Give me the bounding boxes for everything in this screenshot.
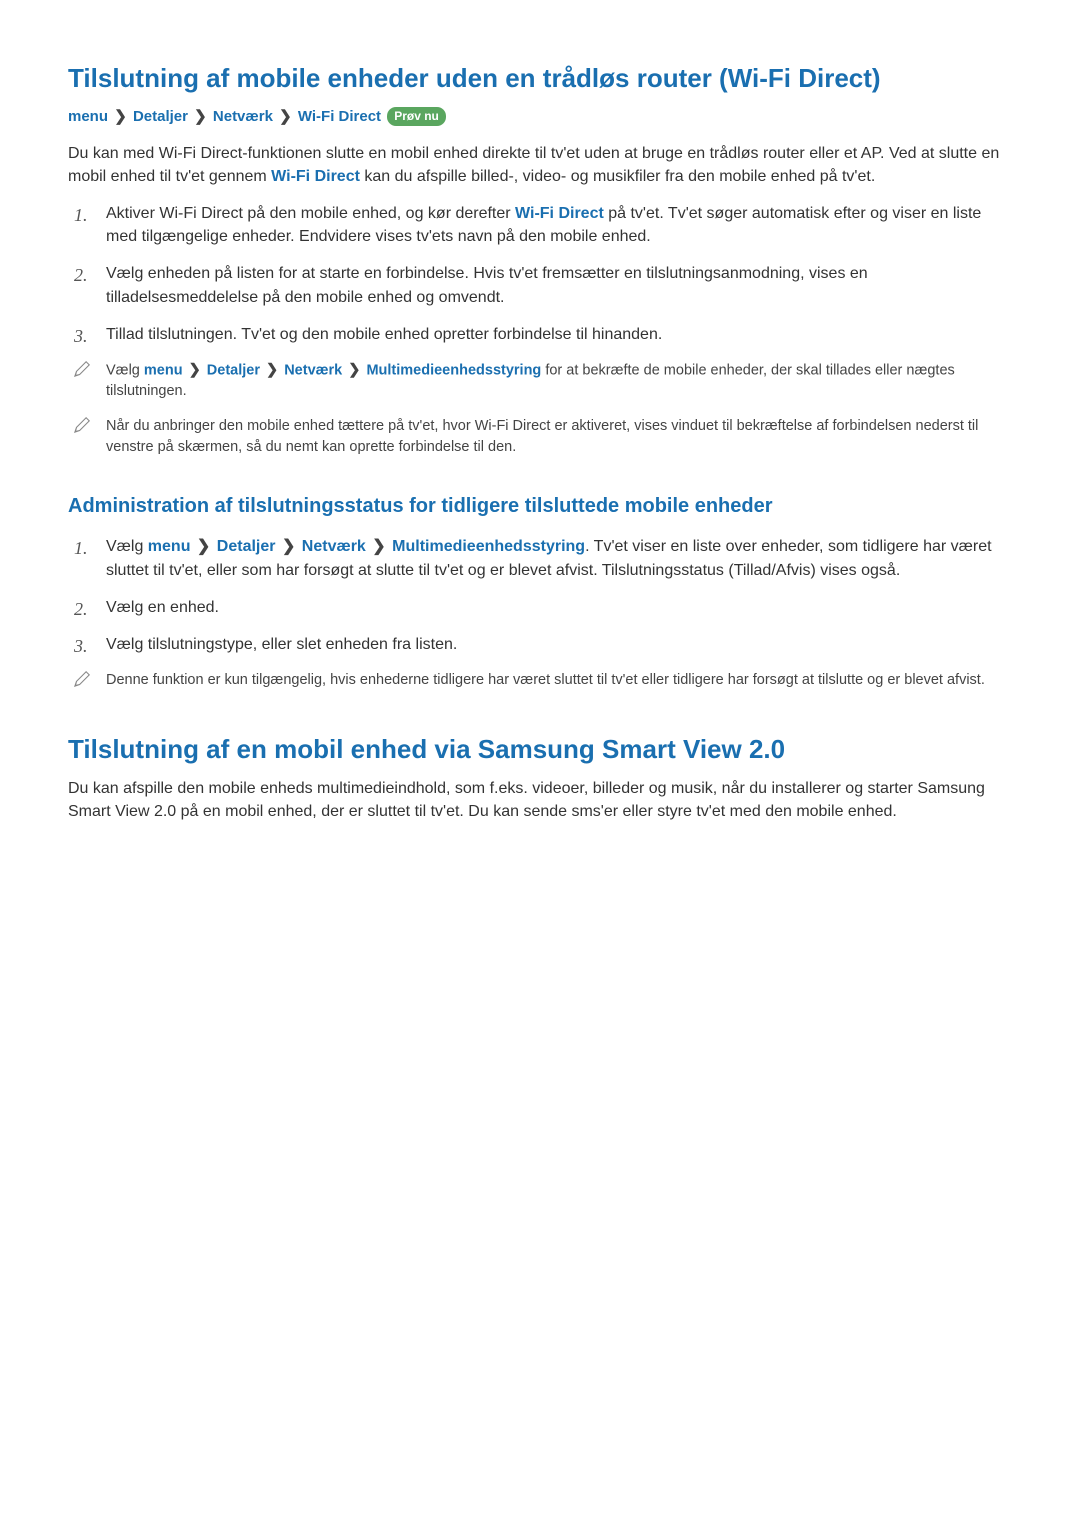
text: Tillad tilslutningen. Tv'et og den mobil… (106, 326, 662, 343)
chevron-right-icon: ❯ (194, 106, 207, 128)
chevron-right-icon: ❯ (372, 535, 385, 558)
try-now-badge[interactable]: Prøv nu (387, 107, 446, 126)
step-item: 2. Vælg en enhed. (68, 596, 1012, 619)
step-item: 2. Vælg enheden på listen for at starte … (68, 262, 1012, 308)
pencil-icon (74, 361, 90, 377)
step-number: 3. (74, 323, 88, 349)
note-item: Når du anbringer den mobile enhed tætter… (68, 416, 1012, 458)
step-item: 1. Vælg menu ❯ Detaljer ❯ Netværk ❯ Mult… (68, 535, 1012, 582)
step-item: 1. Aktiver Wi-Fi Direct på den mobile en… (68, 202, 1012, 248)
breadcrumb-item[interactable]: Netværk (302, 538, 366, 555)
chevron-right-icon: ❯ (282, 535, 295, 558)
step-number: 3. (74, 633, 88, 659)
breadcrumb: menu ❯ Detaljer ❯ Netværk ❯ Wi-Fi Direct… (68, 106, 1012, 128)
text: Denne funktion er kun tilgængelig, hvis … (106, 672, 985, 688)
section-title: Tilslutning af en mobil enhed via Samsun… (68, 731, 1012, 769)
breadcrumb-item[interactable]: Multimedieenhedsstyring (366, 362, 541, 378)
step-number: 1. (74, 202, 88, 228)
text: Vælg enheden på listen for at starte en … (106, 265, 868, 305)
breadcrumb-item[interactable]: Netværk (213, 108, 273, 125)
steps-list: 1. Aktiver Wi-Fi Direct på den mobile en… (68, 202, 1012, 346)
note-item: Vælg menu ❯ Detaljer ❯ Netværk ❯ Multime… (68, 360, 1012, 402)
pencil-icon (74, 671, 90, 687)
breadcrumb-item[interactable]: Wi-Fi Direct (298, 108, 381, 125)
text: Vælg (106, 538, 148, 555)
wifi-direct-link[interactable]: Wi-Fi Direct (271, 168, 360, 185)
intro-paragraph: Du kan med Wi-Fi Direct-funktionen slutt… (68, 142, 1012, 188)
breadcrumb-item[interactable]: menu (148, 538, 191, 555)
subsection-title: Administration af tilslutningsstatus for… (68, 492, 1012, 521)
step-item: 3. Tillad tilslutningen. Tv'et og den mo… (68, 323, 1012, 346)
steps-list: 1. Vælg menu ❯ Detaljer ❯ Netværk ❯ Mult… (68, 535, 1012, 656)
text: Vælg en enhed. (106, 599, 219, 616)
step-number: 1. (74, 535, 88, 561)
text: Vælg (106, 362, 144, 378)
section-title: Tilslutning af mobile enheder uden en tr… (68, 60, 1012, 98)
text: Når du anbringer den mobile enhed tætter… (106, 418, 978, 455)
breadcrumb-item[interactable]: Detaljer (133, 108, 188, 125)
chevron-right-icon: ❯ (279, 106, 292, 128)
wifi-direct-link[interactable]: Wi-Fi Direct (515, 205, 604, 222)
breadcrumb-item[interactable]: Detaljer (207, 362, 260, 378)
breadcrumb-item[interactable]: Netværk (284, 362, 342, 378)
text: kan du afspille billed-, video- og musik… (360, 168, 875, 185)
pencil-icon (74, 417, 90, 433)
step-number: 2. (74, 262, 88, 288)
chevron-right-icon: ❯ (348, 360, 360, 381)
text: Aktiver Wi-Fi Direct på den mobile enhed… (106, 205, 515, 222)
step-number: 2. (74, 596, 88, 622)
note-item: Denne funktion er kun tilgængelig, hvis … (68, 670, 1012, 691)
body-paragraph: Du kan afspille den mobile enheds multim… (68, 777, 1012, 823)
text: Vælg tilslutningstype, eller slet enhede… (106, 636, 457, 653)
step-item: 3. Vælg tilslutningstype, eller slet enh… (68, 633, 1012, 656)
breadcrumb-item[interactable]: Detaljer (217, 538, 276, 555)
chevron-right-icon: ❯ (114, 106, 127, 128)
chevron-right-icon: ❯ (266, 360, 278, 381)
chevron-right-icon: ❯ (197, 535, 210, 558)
chevron-right-icon: ❯ (189, 360, 201, 381)
breadcrumb-item[interactable]: Multimedieenhedsstyring (392, 538, 585, 555)
breadcrumb-item[interactable]: menu (144, 362, 183, 378)
breadcrumb-item[interactable]: menu (68, 108, 108, 125)
